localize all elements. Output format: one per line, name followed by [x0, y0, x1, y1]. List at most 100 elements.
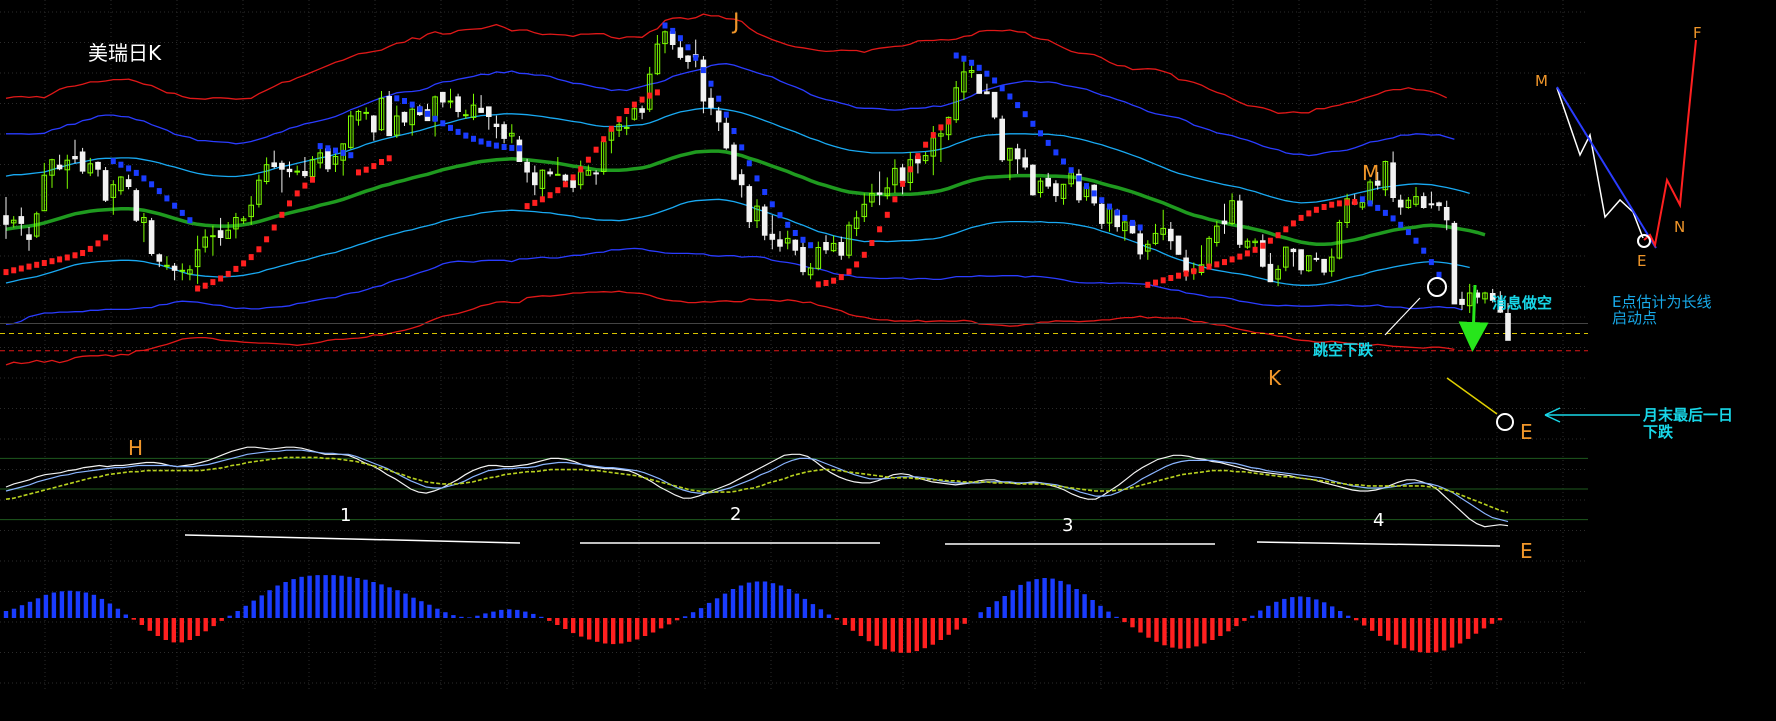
candle-body: [1168, 228, 1174, 242]
sar-marker: [149, 181, 155, 188]
sar-marker: [26, 263, 32, 270]
segment-label-e: E: [1520, 539, 1533, 563]
sar-marker: [670, 27, 676, 34]
chart-title: 美瑞日K: [88, 41, 162, 65]
sar-marker: [409, 101, 415, 108]
sar-marker: [271, 224, 277, 231]
candle-body: [478, 107, 484, 113]
sar-marker: [1229, 256, 1235, 263]
sar-marker: [1283, 226, 1289, 233]
sar-marker: [1214, 261, 1220, 268]
sar-marker: [1099, 197, 1105, 204]
sar-marker: [1076, 175, 1082, 182]
sar-marker: [394, 95, 400, 102]
sar-marker: [486, 140, 492, 147]
sar-marker: [1122, 214, 1128, 221]
sar-marker: [555, 187, 561, 194]
sar-marker: [11, 267, 17, 274]
sar-marker: [371, 163, 377, 170]
sar-marker: [1176, 272, 1181, 279]
sar-marker: [172, 202, 178, 209]
sar-marker: [1398, 221, 1404, 228]
sar-marker: [1359, 196, 1365, 203]
sar-marker: [953, 52, 959, 59]
sar-marker: [18, 265, 24, 272]
sar-marker: [95, 240, 101, 247]
sar-marker: [455, 128, 461, 135]
candle-body: [899, 167, 906, 183]
sar-marker: [877, 226, 883, 233]
sar-marker: [333, 147, 338, 154]
sar-marker: [72, 252, 78, 259]
sar-marker: [363, 166, 369, 173]
sar-marker: [624, 108, 630, 114]
candle-body: [1428, 203, 1435, 206]
point-e-label: E: [1520, 420, 1533, 444]
candle-body: [1443, 207, 1450, 221]
candle-body: [1183, 257, 1189, 273]
candle-body: [999, 118, 1006, 161]
sar-marker: [516, 145, 522, 152]
sar-marker: [792, 230, 798, 236]
sar-marker: [202, 282, 208, 289]
sar-marker: [1030, 120, 1036, 127]
sar-marker: [838, 274, 844, 281]
sar-marker: [1321, 204, 1327, 210]
sar-marker: [348, 152, 354, 159]
sar-marker: [570, 174, 576, 181]
candle-body: [286, 168, 293, 173]
sar-marker: [754, 175, 760, 182]
sar-marker: [1260, 242, 1266, 249]
candle-body: [976, 74, 983, 94]
candle-body: [715, 110, 722, 123]
sar-marker: [87, 245, 93, 252]
sar-marker: [356, 169, 361, 176]
sar-marker: [1421, 247, 1427, 254]
sar-marker: [1007, 93, 1013, 100]
candle-body: [294, 170, 300, 173]
sar-marker: [156, 188, 162, 195]
sar-marker: [340, 149, 346, 156]
candle-body: [593, 172, 599, 175]
candle-body: [210, 235, 216, 238]
sar-marker: [923, 141, 929, 148]
diagram-n-label: N: [1674, 218, 1685, 236]
sar-marker: [1244, 250, 1250, 257]
sar-marker: [700, 67, 706, 74]
candle-body: [1390, 162, 1396, 198]
candle-body: [555, 173, 561, 176]
sar-marker: [854, 261, 860, 268]
sar-marker: [1153, 279, 1158, 286]
sar-marker: [379, 159, 384, 165]
candle-body: [125, 179, 132, 187]
candle-body: [700, 59, 707, 102]
candle-body: [1014, 148, 1021, 160]
candle-body: [731, 144, 737, 180]
stock-chart-svg: 美瑞日K J H K M E 消息做空 跳空下跌 月末最后一日 下跌 1 2 3…: [0, 0, 1776, 717]
sar-marker: [141, 175, 147, 182]
candle-body: [532, 172, 538, 186]
sar-marker: [685, 44, 691, 51]
sar-marker: [831, 277, 837, 284]
sar-marker: [938, 124, 944, 131]
sar-marker: [800, 236, 806, 243]
sar-marker: [264, 236, 270, 243]
sar-marker: [976, 64, 982, 71]
candle-body: [501, 124, 507, 139]
candle-body: [1030, 164, 1036, 196]
candle-body: [386, 96, 392, 137]
note-gap-down: 跳空下跌: [1313, 341, 1374, 359]
candle-body: [800, 247, 806, 273]
sar-marker: [1405, 229, 1411, 236]
candle-body: [1053, 183, 1059, 197]
candle-body: [1459, 298, 1465, 305]
sar-marker: [164, 195, 170, 202]
candle-body: [1290, 248, 1297, 253]
candle-body: [1397, 199, 1404, 208]
candle-body: [876, 192, 883, 195]
sar-marker: [310, 176, 315, 183]
sar-marker: [402, 98, 407, 104]
candle-body: [156, 254, 163, 262]
sar-marker: [739, 144, 745, 151]
candle-body: [325, 148, 331, 170]
